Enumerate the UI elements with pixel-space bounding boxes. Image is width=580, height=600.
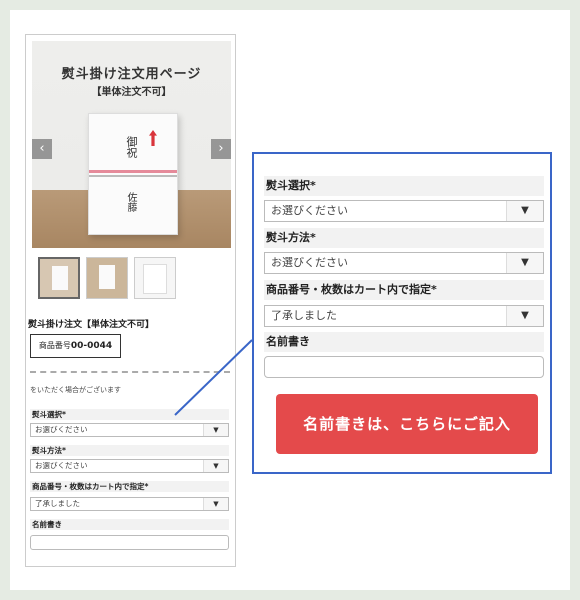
- chevron-down-icon: ▼: [506, 201, 543, 221]
- name-entry-button[interactable]: 名前書きは、こちらにご記入: [276, 394, 538, 454]
- chevron-down-icon: ▼: [506, 306, 543, 326]
- callout-noshi-select-label: 熨斗選択*: [264, 176, 544, 196]
- zoom-callout: 熨斗選択* お選びください ▼ 熨斗方法* お選びください ▼ 商品番号・枚数は…: [252, 152, 552, 474]
- callout-noshi-method-value: お選びください: [271, 256, 348, 269]
- callout-spec-value: 了承しました: [271, 309, 337, 322]
- callout-spec-dropdown[interactable]: 了承しました ▼: [264, 305, 544, 327]
- callout-noshi-method-dropdown[interactable]: お選びください ▼: [264, 252, 544, 274]
- callout-noshi-select-value: お選びください: [271, 204, 348, 217]
- callout-noshi-select-dropdown[interactable]: お選びください ▼: [264, 200, 544, 222]
- callout-name-input[interactable]: [264, 356, 544, 378]
- callout-name-label: 名前書き: [264, 332, 544, 352]
- callout-noshi-method-label: 熨斗方法*: [264, 228, 544, 248]
- callout-spec-label: 商品番号・枚数はカート内で指定*: [264, 280, 544, 300]
- chevron-down-icon: ▼: [506, 253, 543, 273]
